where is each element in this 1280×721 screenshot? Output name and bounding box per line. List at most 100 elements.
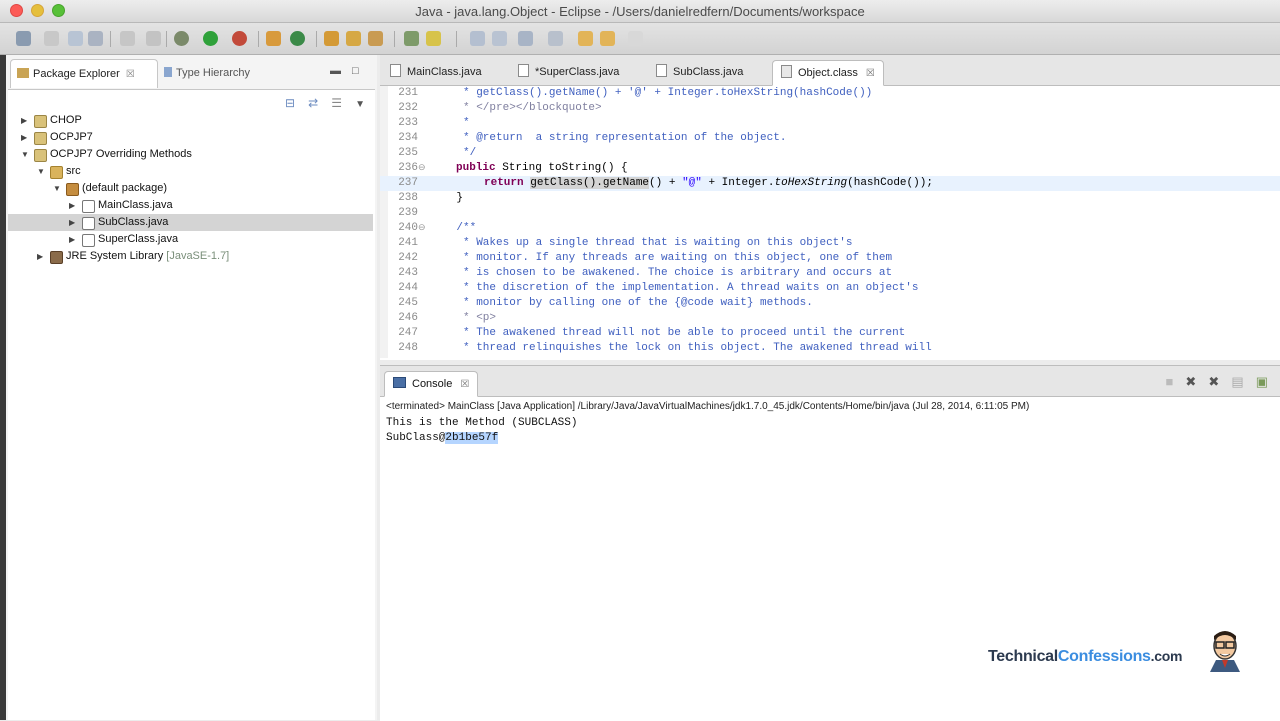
terminated-status: <terminated> MainClass [Java Application… xyxy=(386,401,1030,412)
tree-item-label: (default package) xyxy=(82,182,167,194)
filter-icon[interactable]: ☰ xyxy=(331,96,342,110)
code-line-current: 237 return getClass().getName() + "@" + I… xyxy=(380,176,1280,191)
line-number: 248 xyxy=(398,342,418,354)
new-icon[interactable] xyxy=(16,31,31,46)
line-number: 238 xyxy=(398,192,418,204)
tree-item-label: OCPJP7 xyxy=(50,131,93,143)
view-menu-icon[interactable]: ▼ xyxy=(355,99,365,110)
left-tab-strip: Package Explorer ☒ Type Hierarchy ▬ □ xyxy=(8,59,375,89)
forward-history-icon[interactable] xyxy=(492,31,507,46)
tree-item-jre-library[interactable]: ▶ JRE System Library [JavaSE-1.7] xyxy=(8,248,373,265)
library-icon xyxy=(50,251,63,264)
java-file-icon xyxy=(82,234,95,247)
back-history-icon[interactable] xyxy=(470,31,485,46)
line-number: 237 xyxy=(398,177,418,189)
open-resource-icon[interactable] xyxy=(346,31,361,46)
close-icon[interactable]: ☒ xyxy=(460,379,469,390)
editor-tab-subclass[interactable]: SubClass.java xyxy=(648,60,751,84)
editor-tab-object-class[interactable]: Object.class ☒ xyxy=(772,60,884,86)
open-folder-icon[interactable] xyxy=(324,31,339,46)
selected-hash-text[interactable]: 2b1be57f xyxy=(445,432,499,444)
pin-icon[interactable] xyxy=(548,31,563,46)
tree-item-subclass[interactable]: ▶ SubClass.java xyxy=(8,214,373,231)
expand-arrow-icon[interactable]: ▶ xyxy=(69,214,75,231)
fold-icon[interactable]: ⊖ xyxy=(418,161,426,176)
tree-item-ocpjp7-overriding[interactable]: ▼ OCPJP7 Overriding Methods xyxy=(8,146,373,163)
expand-arrow-icon[interactable]: ▶ xyxy=(21,129,27,146)
line-number: 246 xyxy=(398,312,418,324)
tab-type-hierarchy[interactable]: Type Hierarchy xyxy=(158,59,256,87)
tree-item-label: OCPJP7 Overriding Methods xyxy=(50,148,192,160)
next-annotation-icon[interactable] xyxy=(404,31,419,46)
new-class-icon[interactable] xyxy=(290,31,305,46)
expand-arrow-icon[interactable]: ▶ xyxy=(21,112,27,129)
jre-label: JRE System Library xyxy=(66,250,164,262)
line-number: 232 xyxy=(398,102,418,114)
minimize-panel-icon[interactable]: ▬ xyxy=(330,65,341,77)
tree-item-mainclass[interactable]: ▶ MainClass.java xyxy=(8,197,373,214)
tree-item-src[interactable]: ▼ src xyxy=(8,163,373,180)
link-with-editor-icon[interactable]: ⇄ xyxy=(308,96,318,110)
collapse-arrow-icon[interactable]: ▼ xyxy=(53,180,61,197)
print-icon[interactable] xyxy=(88,31,103,46)
line-number: 245 xyxy=(398,297,418,309)
back-arrow-icon[interactable] xyxy=(578,31,593,46)
forward-arrow-icon[interactable] xyxy=(600,31,615,46)
collapse-all-icon[interactable]: ⊟ xyxy=(285,96,295,110)
close-icon[interactable]: ☒ xyxy=(126,69,135,80)
code-text: * <p> xyxy=(430,312,497,324)
line-number: 241 xyxy=(398,237,418,249)
method-signature: public String toString() { xyxy=(456,162,628,174)
tab-console[interactable]: Console ☒ xyxy=(384,371,479,397)
search-icon[interactable] xyxy=(146,31,161,46)
highlight-icon[interactable] xyxy=(426,31,441,46)
remove-launch-icon[interactable]: ✖ xyxy=(1185,374,1196,390)
console-tab-strip: Console ☒ ■ ✖ ✖ ▤ ▣ xyxy=(380,366,1280,397)
code-text: } xyxy=(430,192,464,204)
clear-console-icon[interactable]: ▤ xyxy=(1231,374,1243,390)
tree-item-label: CHOP xyxy=(50,114,82,126)
close-icon[interactable]: ☒ xyxy=(866,68,875,79)
editor-tab-superclass[interactable]: *SuperClass.java xyxy=(510,60,627,84)
return-statement: return getClass().getName() + "@" + Inte… xyxy=(484,177,933,189)
run-icon[interactable] xyxy=(203,31,218,46)
code-text: * is chosen to be awakened. The choice i… xyxy=(430,267,893,279)
tab-package-explorer[interactable]: Package Explorer ☒ xyxy=(10,59,158,88)
tree-item-default-package[interactable]: ▼ (default package) xyxy=(8,180,373,197)
collapse-arrow-icon[interactable]: ▼ xyxy=(37,163,45,180)
tree-item-label: SuperClass.java xyxy=(98,233,179,245)
tree-item-ocpjp7[interactable]: ▶ OCPJP7 xyxy=(8,129,373,146)
expand-arrow-icon[interactable]: ▶ xyxy=(37,248,43,265)
code-line: 231 * getClass().getName() + '@' + Integ… xyxy=(380,86,1280,101)
line-number: 243 xyxy=(398,267,418,279)
java-file-icon xyxy=(518,64,529,77)
navigate-icon[interactable] xyxy=(628,31,643,46)
maximize-panel-icon[interactable]: □ xyxy=(352,65,359,77)
tree-item-superclass[interactable]: ▶ SuperClass.java xyxy=(8,231,373,248)
new-java-project-icon[interactable] xyxy=(266,31,281,46)
debug-icon[interactable] xyxy=(174,31,189,46)
save-all-icon[interactable] xyxy=(68,31,83,46)
toggle-mark-icon[interactable] xyxy=(368,31,383,46)
collapse-arrow-icon[interactable]: ▼ xyxy=(21,146,29,163)
external-tools-icon[interactable] xyxy=(232,31,247,46)
open-type-icon[interactable] xyxy=(120,31,135,46)
technicalconfessions-logo: TechnicalConfessions.com xyxy=(988,648,1182,666)
terminate-icon[interactable]: ■ xyxy=(1165,374,1173,389)
fold-icon[interactable]: ⊖ xyxy=(418,221,426,236)
editor-tab-mainclass[interactable]: MainClass.java xyxy=(382,60,490,84)
code-line: 233 * xyxy=(380,116,1280,131)
remove-all-icon[interactable]: ✖ xyxy=(1208,374,1219,390)
expand-arrow-icon[interactable]: ▶ xyxy=(69,231,75,248)
code-line: 243 * is chosen to be awakened. The choi… xyxy=(380,266,1280,281)
line-number: 247 xyxy=(398,327,418,339)
main-toolbar xyxy=(0,23,1280,55)
expand-arrow-icon[interactable]: ▶ xyxy=(69,197,75,214)
code-text: * </pre></blockquote> xyxy=(430,102,602,114)
code-editor[interactable]: 231 * getClass().getName() + '@' + Integ… xyxy=(380,86,1280,358)
last-edit-icon[interactable] xyxy=(518,31,533,46)
tree-item-chop[interactable]: ▶ CHOP xyxy=(8,112,373,129)
package-explorer-panel: Package Explorer ☒ Type Hierarchy ▬ □ ⊟ ⇄… xyxy=(0,55,377,720)
save-icon[interactable] xyxy=(44,31,59,46)
scroll-lock-icon[interactable]: ▣ xyxy=(1256,374,1268,390)
